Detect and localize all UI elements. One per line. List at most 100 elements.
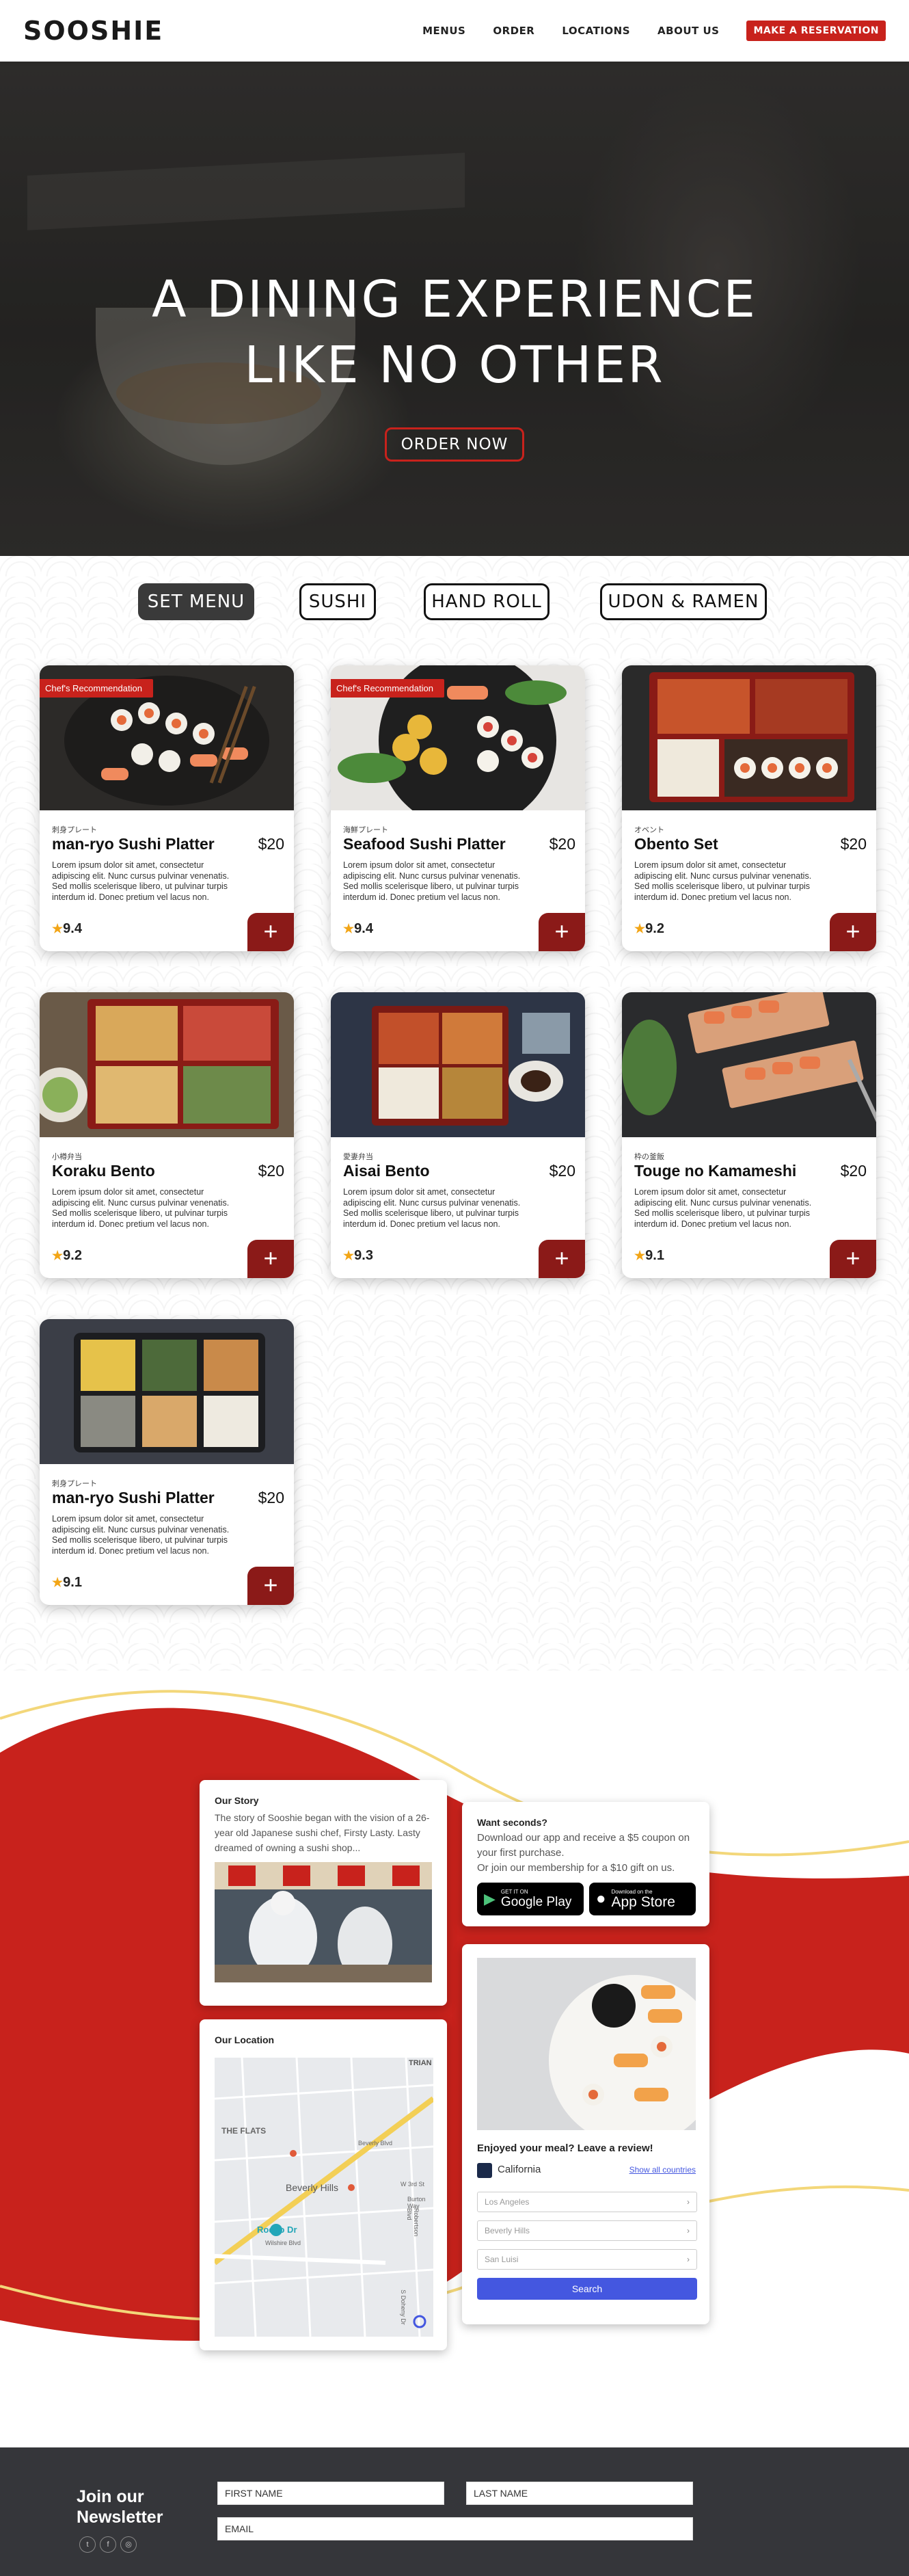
dish-name: Aisai Bento	[343, 1162, 430, 1180]
first-name-field[interactable]: FIRST NAME	[217, 2482, 444, 2505]
tab-hand-roll[interactable]: HAND ROLL	[424, 583, 550, 620]
menu-card[interactable]: 枠の釜飯 Touge no Kamameshi $20 Lorem ipsum …	[622, 992, 876, 1278]
tab-udon-ramen[interactable]: UDON & RAMEN	[600, 583, 767, 620]
our-story-text: The story of Sooshie began with the visi…	[215, 1812, 430, 1853]
add-to-order-button[interactable]: +	[539, 913, 585, 951]
dish-name: Seafood Sushi Platter	[343, 835, 506, 853]
site-header: SOOSHIE MENUS ORDER LOCATIONS ABOUT US M…	[0, 0, 909, 62]
dish-image	[40, 992, 294, 1137]
dish-rating: ★9.1	[634, 1248, 664, 1263]
add-to-order-button[interactable]: +	[247, 913, 294, 951]
map-label-beverly-blvd: Beverly Blvd	[358, 2140, 393, 2147]
tab-sushi[interactable]: SUSHI	[299, 583, 376, 620]
dish-rating: ★9.2	[634, 921, 664, 936]
apple-icon: ●	[596, 1889, 606, 1908]
order-now-button[interactable]: ORDER NOW	[385, 427, 524, 462]
menu-card[interactable]: Chef's Recommendation 海鮮プレート Seafood Sus…	[331, 665, 585, 951]
nav-menus[interactable]: MENUS	[422, 25, 465, 37]
dish-price: $20	[258, 1489, 284, 1506]
region-option[interactable]: San Luisi ›	[477, 2249, 697, 2270]
menu-card[interactable]: Chef's Recommendation 刺身プレート man-ryo Sus…	[40, 665, 294, 951]
region-option[interactable]: Los Angeles ›	[477, 2192, 697, 2212]
dish-japanese-name: 枠の釜飯	[634, 1152, 664, 1161]
star-icon: ★	[52, 922, 64, 935]
our-location-title: Our Location	[215, 2034, 275, 2045]
star-icon: ★	[52, 1249, 64, 1262]
dish-price: $20	[549, 835, 575, 853]
dish-price: $20	[840, 835, 867, 853]
star-icon: ★	[52, 1576, 64, 1589]
region-option[interactable]: Beverly Hills ›	[477, 2220, 697, 2241]
menu-card[interactable]: 愛妻弁当 Aisai Bento $20 Lorem ipsum dolor s…	[331, 992, 585, 1278]
google-play-icon: ▶	[484, 1890, 496, 1907]
chefs-recommendation-badge: Chef's Recommendation	[40, 679, 153, 698]
dish-name: Obento Set	[634, 835, 718, 853]
flag-icon	[477, 2163, 492, 2178]
make-reservation-button[interactable]: MAKE A RESERVATION	[746, 21, 886, 41]
nav-locations[interactable]: LOCATIONS	[562, 25, 630, 37]
map-label-wilshire: Wilshire Blvd	[265, 2240, 301, 2246]
dish-price: $20	[258, 835, 284, 853]
kitchen-photo	[215, 1862, 432, 1982]
chevron-right-icon: ›	[687, 2197, 690, 2207]
dish-description: Lorem ipsum dolor sit amet, consectetur …	[343, 860, 521, 902]
app-promo-membership-text: Or join our membership for a $10 gift on…	[477, 1862, 675, 1874]
dish-description: Lorem ipsum dolor sit amet, consectetur …	[634, 1187, 812, 1229]
newsletter-title: Join our Newsletter	[77, 2487, 163, 2527]
map-label-beverly-hills: Beverly Hills	[286, 2182, 339, 2193]
dish-description: Lorem ipsum dolor sit amet, consectetur …	[343, 1187, 521, 1229]
app-promo-card: Want seconds? Download our app and recei…	[462, 1802, 709, 1926]
show-all-countries-link[interactable]: Show all countries	[629, 2165, 696, 2175]
app-promo-text: Download our app and receive a $5 coupon…	[477, 1832, 690, 1859]
dish-japanese-name: 刺身プレート	[52, 1479, 97, 1488]
menu-card[interactable]: 刺身プレート man-ryo Sushi Platter $20 Lorem i…	[40, 1319, 294, 1605]
add-to-order-button[interactable]: +	[247, 1240, 294, 1278]
map-label-w-3rd-st: W 3rd St	[401, 2181, 425, 2188]
info-section: Our Story The story of Sooshie began wit…	[0, 1671, 909, 2447]
map-label-burton-way: Burton Way	[407, 2196, 426, 2209]
instagram-icon[interactable]: ◎	[120, 2536, 137, 2553]
add-to-order-button[interactable]: +	[539, 1240, 585, 1278]
location-map[interactable]: TRIAN THE FLATS Beverly Hills Rodeo Dr W…	[215, 2058, 433, 2337]
dish-japanese-name: 小樽弁当	[52, 1152, 82, 1161]
menu-card[interactable]: 小樽弁当 Koraku Bento $20 Lorem ipsum dolor …	[40, 992, 294, 1278]
add-to-order-button[interactable]: +	[830, 1240, 876, 1278]
dish-description: Lorem ipsum dolor sit amet, consectetur …	[52, 1514, 230, 1556]
selected-state[interactable]: California	[498, 2164, 541, 2175]
menu-card[interactable]: オベント Obento Set $20 Lorem ipsum dolor si…	[622, 665, 876, 951]
star-icon: ★	[634, 1249, 646, 1262]
star-icon: ★	[343, 922, 355, 935]
add-to-order-button[interactable]: +	[247, 1567, 294, 1605]
nav-about-us[interactable]: ABOUT US	[657, 25, 719, 37]
search-button[interactable]: Search	[477, 2278, 697, 2300]
dish-price: $20	[258, 1162, 284, 1180]
dish-name: Touge no Kamameshi	[634, 1162, 797, 1180]
review-card: Enjoyed your meal? Leave a review! Calif…	[462, 1944, 709, 2324]
dish-name: Koraku Bento	[52, 1162, 155, 1180]
email-field[interactable]: EMAIL	[217, 2517, 693, 2540]
twitter-icon[interactable]: t	[79, 2536, 96, 2553]
dish-image	[622, 665, 876, 810]
map-label-the-flats: THE FLATS	[221, 2126, 267, 2136]
our-story-card: Our Story The story of Sooshie began wit…	[200, 1780, 447, 2006]
decorative-wave	[0, 1690, 909, 2341]
add-to-order-button[interactable]: +	[830, 913, 876, 951]
tab-set-menu[interactable]: SET MENU	[138, 583, 254, 620]
app-store-button[interactable]: ● Download on the App Store	[589, 1883, 696, 1915]
logo[interactable]: SOOSHIE	[23, 16, 163, 46]
footer: Join our Newsletter t f ◎ FIRST NAME LAS…	[0, 2447, 909, 2576]
nav-order[interactable]: ORDER	[493, 25, 534, 37]
last-name-field[interactable]: LAST NAME	[466, 2482, 693, 2505]
dish-image	[331, 992, 585, 1137]
facebook-icon[interactable]: f	[100, 2536, 116, 2553]
dish-rating: ★9.3	[343, 1248, 373, 1263]
dish-japanese-name: 海鮮プレート	[343, 825, 388, 834]
main-nav: MENUS ORDER LOCATIONS ABOUT US MAKE A RE…	[422, 21, 886, 41]
hero-banner: A DINING EXPERIENCE LIKE NO OTHER ORDER …	[0, 62, 909, 556]
map-label-trian: TRIAN	[409, 2059, 432, 2067]
google-play-button[interactable]: ▶ GET IT ON Google Play	[477, 1883, 584, 1915]
menu-section: SET MENU SUSHI HAND ROLL UDON & RAMEN Ch…	[0, 556, 909, 1671]
app-promo-title: Want seconds?	[477, 1817, 547, 1828]
hero-title: A DINING EXPERIENCE LIKE NO OTHER	[152, 270, 757, 395]
sushi-plate-photo	[477, 1958, 696, 2130]
